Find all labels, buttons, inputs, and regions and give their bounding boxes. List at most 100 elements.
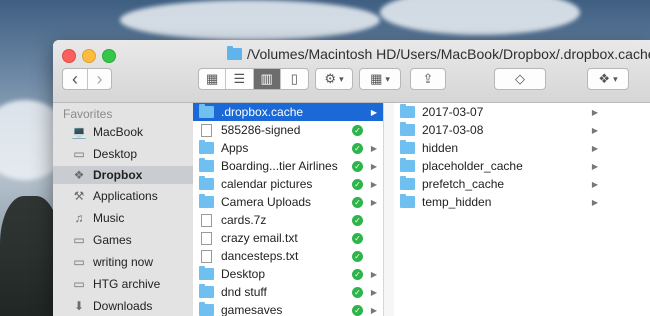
- list-item[interactable]: Boarding...tier Airlines ✓ ▶: [193, 157, 383, 175]
- disclosure-arrow-icon: ▶: [591, 197, 599, 207]
- list-item[interactable]: cards.7z ✓: [193, 211, 383, 229]
- disclosure-arrow-icon: ▶: [591, 107, 599, 117]
- tag-icon: ◇: [515, 71, 525, 86]
- music-icon: ♫: [74, 211, 84, 225]
- folder-icon: [199, 284, 214, 298]
- forward-button[interactable]: ›: [88, 69, 111, 89]
- list-item[interactable]: .dropbox.cache ▶: [193, 103, 383, 121]
- window-title: /Volumes/Macintosh HD/Users/MacBook/Drop…: [227, 46, 650, 62]
- disclosure-arrow-icon: ▶: [370, 107, 378, 117]
- disclosure-arrow-icon: ▶: [370, 143, 378, 153]
- list-item[interactable]: Apps ✓ ▶: [193, 139, 383, 157]
- sidebar-item-writing-now[interactable]: ▭ writing now: [53, 253, 193, 271]
- text-file-icon: [201, 249, 212, 263]
- disclosure-arrow-icon: ▶: [370, 179, 378, 189]
- sidebar-item-dropbox[interactable]: ❖ Dropbox: [53, 166, 193, 184]
- sidebar-item-desktop[interactable]: ▭ Desktop: [53, 145, 193, 163]
- downloads-icon: ⬇: [73, 299, 85, 313]
- sidebar-item-music[interactable]: ♫ Music: [53, 209, 193, 227]
- synced-check-icon: ✓: [352, 178, 363, 190]
- folder-icon: [400, 158, 415, 172]
- tree-silhouette: [0, 196, 60, 316]
- sidebar-item-htg-archive[interactable]: ▭ HTG archive: [53, 275, 193, 293]
- share-icon: ⇪: [422, 71, 434, 86]
- disclosure-arrow-icon: ▶: [591, 161, 599, 171]
- sidebar-item-applications[interactable]: ⚒ Applications: [53, 187, 193, 205]
- column-dropbox-cache: 2017-03-07 ▶ 2017-03-08 ▶ hidden ▶ place…: [394, 103, 605, 316]
- list-item[interactable]: crazy email.txt ✓: [193, 229, 383, 247]
- folder-icon: [199, 104, 214, 118]
- synced-check-icon: ✓: [352, 268, 363, 280]
- disclosure-arrow-icon: ▶: [591, 143, 599, 153]
- folder-icon: ▭: [73, 233, 85, 247]
- chevron-down-icon: ▾: [613, 73, 618, 84]
- title-bar: /Volumes/Macintosh HD/Users/MacBook/Drop…: [53, 40, 650, 103]
- finder-window: /Volumes/Macintosh HD/Users/MacBook/Drop…: [53, 40, 650, 316]
- dropbox-menu-button[interactable]: ❖ ▾: [587, 68, 629, 90]
- column-resize-handle[interactable]: [384, 103, 394, 316]
- arrange-menu-button[interactable]: ▦ ▾: [359, 68, 401, 90]
- list-item[interactable]: dancesteps.txt ✓: [193, 247, 383, 265]
- file-icon: [201, 123, 212, 137]
- list-item[interactable]: dnd stuff ✓ ▶: [193, 283, 383, 301]
- sidebar-item-label: Applications: [93, 189, 158, 203]
- sidebar-item-downloads[interactable]: ⬇ Downloads: [53, 297, 193, 315]
- synced-check-icon: ✓: [352, 286, 363, 298]
- list-item[interactable]: 2017-03-08 ▶: [394, 121, 604, 139]
- folder-icon: [199, 176, 214, 190]
- list-item[interactable]: Desktop ✓ ▶: [193, 265, 383, 283]
- chevron-down-icon: ▾: [339, 73, 344, 84]
- arrange-icon: ▦: [370, 71, 383, 86]
- share-button[interactable]: ⇪: [410, 68, 446, 90]
- list-view-button[interactable]: ☰: [226, 69, 254, 89]
- empty-column: [604, 103, 650, 316]
- minimize-window-button[interactable]: [82, 49, 96, 63]
- cover-flow-view-button[interactable]: ▯: [281, 69, 308, 89]
- sidebar-header-favorites: Favorites: [63, 107, 113, 121]
- close-window-button[interactable]: [62, 49, 76, 63]
- folder-icon: [400, 176, 415, 190]
- dropbox-icon: ❖: [598, 71, 611, 86]
- disclosure-arrow-icon: ▶: [591, 125, 599, 135]
- chevron-down-icon: ▾: [385, 73, 390, 84]
- disclosure-arrow-icon: ▶: [370, 197, 378, 207]
- back-button[interactable]: ‹: [63, 69, 88, 89]
- sidebar-item-label: writing now: [93, 255, 154, 269]
- edit-tags-button[interactable]: ◇: [494, 68, 546, 90]
- folder-icon: [199, 194, 214, 208]
- synced-check-icon: ✓: [352, 142, 363, 154]
- sidebar-item-games[interactable]: ▭ Games: [53, 231, 193, 249]
- desktop-icon: ▭: [73, 147, 85, 161]
- list-item[interactable]: gamesaves ✓ ▶: [193, 301, 383, 316]
- folder-icon: [227, 46, 242, 60]
- view-mode-control: ▦ ☰ ▥ ▯: [198, 68, 309, 90]
- archive-file-icon: [201, 213, 212, 227]
- folder-icon: [400, 122, 415, 136]
- disclosure-arrow-icon: ▶: [591, 179, 599, 189]
- list-item[interactable]: temp_hidden ▶: [394, 193, 604, 211]
- list-item[interactable]: 2017-03-07 ▶: [394, 103, 604, 121]
- synced-check-icon: ✓: [352, 124, 363, 136]
- sidebar-item-label: Dropbox: [93, 168, 143, 182]
- list-item[interactable]: calendar pictures ✓ ▶: [193, 175, 383, 193]
- folder-icon: [199, 302, 214, 316]
- zoom-window-button[interactable]: [102, 49, 116, 63]
- list-item[interactable]: Camera Uploads ✓ ▶: [193, 193, 383, 211]
- column-view-button[interactable]: ▥: [253, 69, 281, 89]
- folder-icon: [199, 158, 214, 172]
- icon-view-button[interactable]: ▦: [199, 69, 227, 89]
- sidebar-item-label: Downloads: [93, 299, 153, 313]
- list-item[interactable]: placeholder_cache ▶: [394, 157, 604, 175]
- list-item[interactable]: 585286-signed ✓: [193, 121, 383, 139]
- synced-check-icon: ✓: [352, 214, 363, 226]
- list-item[interactable]: hidden ▶: [394, 139, 604, 157]
- sidebar-item-label: Desktop: [93, 147, 138, 161]
- sidebar-item-label: Music: [93, 211, 125, 225]
- synced-check-icon: ✓: [352, 160, 363, 172]
- navigation-buttons: ‹ ›: [62, 68, 112, 90]
- sidebar-item-macbook[interactable]: 💻 MacBook: [53, 123, 193, 141]
- action-menu-button[interactable]: ⚙ ▾: [315, 68, 353, 90]
- dropbox-icon: ❖: [73, 168, 85, 182]
- disclosure-arrow-icon: ▶: [370, 305, 378, 315]
- list-item[interactable]: prefetch_cache ▶: [394, 175, 604, 193]
